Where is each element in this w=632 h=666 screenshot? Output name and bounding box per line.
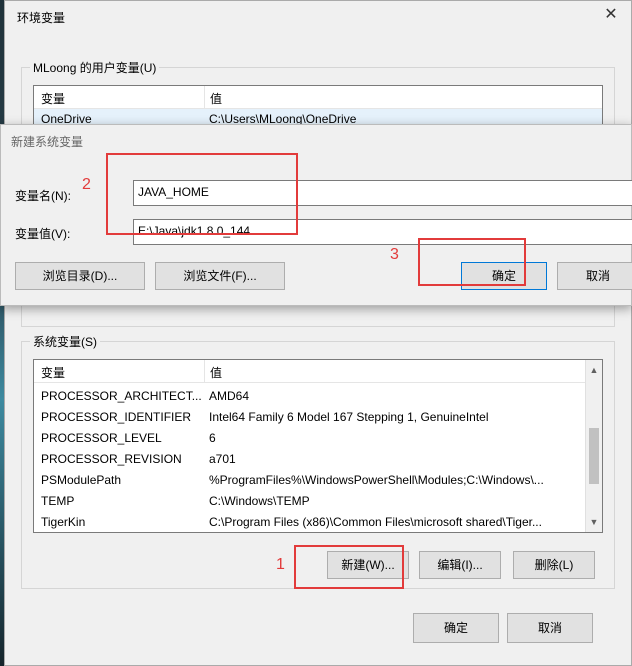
browse-file-button[interactable]: 浏览文件(F)... [155,262,285,290]
delete-var-button[interactable]: 删除(L) [513,551,595,579]
annotation-number-1: 1 [276,556,285,573]
user-vars-list[interactable]: 变量 值 OneDrive C:\Users\MLoong\OneDrive [33,85,603,129]
window-title: 环境变量 [17,11,66,25]
dialog-cancel-button[interactable]: 取消 [557,262,632,290]
scroll-down-icon[interactable]: ▼ [586,514,602,530]
var-name-label: 变量名(N): [15,189,71,203]
sys-vars-list[interactable]: 变量 值 PROCESSOR_ARCHITECT... AMD64 PROCESS… [33,359,603,533]
annotation-box-2 [106,153,298,235]
table-row[interactable]: PROCESSOR_ARCHITECT... AMD64 [34,386,602,407]
sys-vars-header: 变量 值 [34,360,602,383]
browse-directory-button[interactable]: 浏览目录(D)... [15,262,145,290]
sys-vars-label: 系统变量(S) [30,333,100,350]
ok-button[interactable]: 确定 [413,613,499,643]
column-header-name[interactable]: 变量 [41,364,65,381]
table-row[interactable]: PROCESSOR_REVISION a701 [34,449,602,470]
cancel-button[interactable]: 取消 [507,613,593,643]
column-header-value[interactable]: 值 [210,90,222,107]
table-row[interactable]: PROCESSOR_IDENTIFIER Intel64 Family 6 Mod… [34,407,602,428]
annotation-box-3 [418,238,526,286]
dialog-title: 新建系统变量 [11,135,84,149]
column-header-name[interactable]: 变量 [41,90,65,107]
new-system-var-dialog: 新建系统变量 变量名(N): JAVA_HOME 变量值(V): E:\Java… [0,124,632,306]
annotation-number-3: 3 [390,246,399,263]
table-row[interactable]: TigerKin C:\Program Files (x86)\Common Fi… [34,512,602,532]
close-icon[interactable]: ✕ [601,5,621,25]
var-value-label: 变量值(V): [15,227,71,241]
user-vars-label: MLoong 的用户变量(U) [30,59,160,76]
scrollbar-thumb[interactable] [589,428,599,484]
column-header-value[interactable]: 值 [210,364,222,381]
user-vars-header: 变量 值 [34,86,602,109]
annotation-number-2: 2 [82,176,91,193]
sys-vars-scrollbar[interactable]: ▲ ▼ [585,360,602,532]
scroll-up-icon[interactable]: ▲ [586,362,602,378]
table-row[interactable]: TEMP C:\Windows\TEMP [34,491,602,512]
edit-var-button[interactable]: 编辑(I)... [419,551,501,579]
annotation-box-1 [294,545,404,589]
table-row[interactable]: PSModulePath %ProgramFiles%\WindowsPowerS… [34,470,602,491]
table-row[interactable]: PROCESSOR_LEVEL 6 [34,428,602,449]
